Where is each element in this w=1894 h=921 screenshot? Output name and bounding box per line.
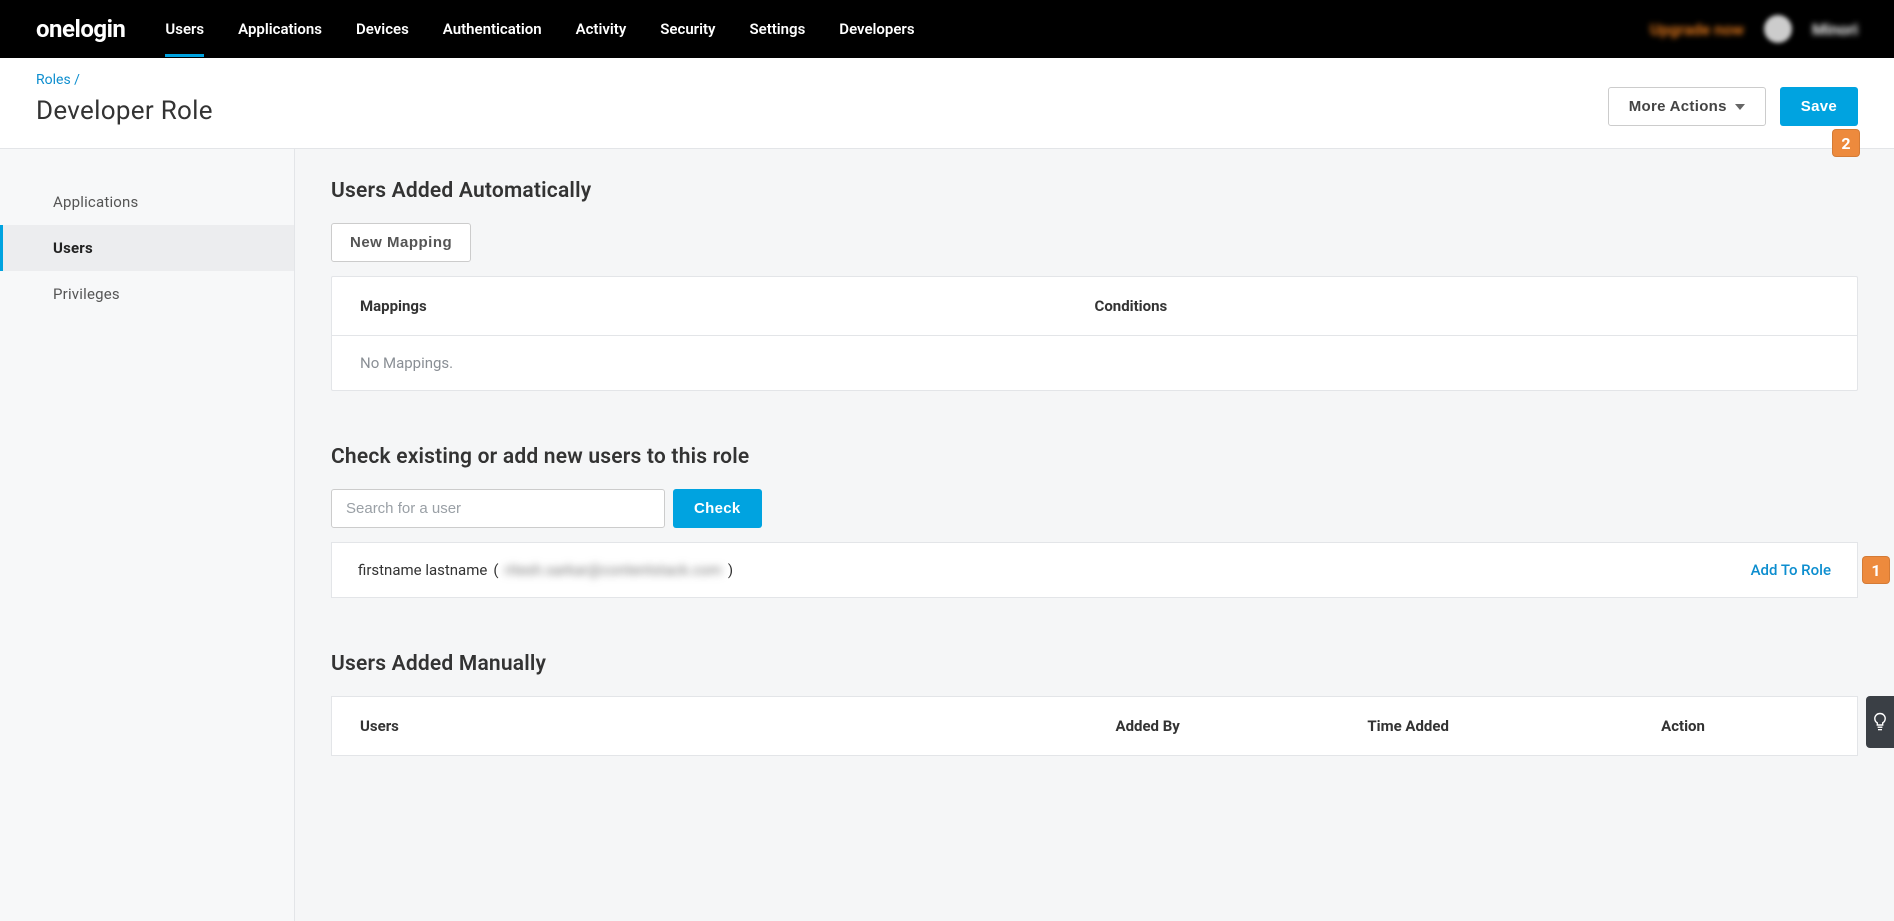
page-title: Developer Role: [36, 96, 213, 126]
manual-table-header: Users Added By Time Added Action: [331, 696, 1858, 756]
nav-devices[interactable]: Devices: [356, 1, 409, 57]
nav-users[interactable]: Users: [165, 1, 204, 57]
nav-authentication[interactable]: Authentication: [443, 1, 542, 57]
more-actions-button[interactable]: More Actions: [1608, 87, 1766, 126]
mappings-card: Mappings Conditions No Mappings.: [331, 276, 1858, 391]
breadcrumb-parent[interactable]: Roles: [36, 72, 71, 88]
lightbulb-icon: [1873, 712, 1887, 732]
subheader-left: Roles / Developer Role: [36, 72, 213, 126]
nav-security[interactable]: Security: [660, 1, 715, 57]
nav-activity[interactable]: Activity: [576, 1, 627, 57]
new-mapping-button[interactable]: New Mapping: [331, 223, 471, 262]
nav-items: Users Applications Devices Authenticatio…: [165, 1, 1649, 57]
result-card: firstname lastname ( ritesh.sarkar@conte…: [331, 542, 1858, 598]
mappings-empty: No Mappings.: [332, 336, 1857, 390]
search-row: Check: [331, 489, 1858, 528]
check-button[interactable]: Check: [673, 489, 762, 528]
username[interactable]: Minori: [1812, 20, 1858, 39]
sidebar-item-applications[interactable]: Applications: [0, 179, 294, 225]
col-conditions: Conditions: [1095, 297, 1830, 315]
breadcrumb-sep: /: [71, 72, 80, 88]
callout-badge-1: 1: [1862, 556, 1890, 584]
manual-section: Users Added Manually Users Added By Time…: [331, 652, 1858, 756]
more-actions-label: More Actions: [1629, 98, 1727, 115]
content-layout: Applications Users Privileges Users Adde…: [0, 149, 1894, 921]
nav-right: Upgrade now Minori: [1650, 15, 1858, 43]
result-email: ritesh.sarkar@contentstack.com: [504, 561, 721, 579]
nav-developers[interactable]: Developers: [839, 1, 914, 57]
col-added-by: Added By: [1115, 717, 1367, 735]
nav-applications[interactable]: Applications: [238, 1, 322, 57]
auto-section-title: Users Added Automatically: [331, 179, 1858, 203]
help-tab[interactable]: [1866, 696, 1894, 748]
sidebar: Applications Users Privileges: [0, 149, 295, 921]
col-action: Action: [1661, 717, 1829, 735]
mappings-header: Mappings Conditions: [332, 277, 1857, 336]
chevron-down-icon: [1735, 104, 1745, 110]
check-section-title: Check existing or add new users to this …: [331, 445, 1858, 469]
result-close: ): [728, 561, 733, 579]
manual-section-title: Users Added Manually: [331, 652, 1858, 676]
upgrade-link[interactable]: Upgrade now: [1650, 20, 1744, 39]
sidebar-item-users[interactable]: Users: [0, 225, 294, 271]
avatar[interactable]: [1764, 15, 1792, 43]
col-time-added: Time Added: [1367, 717, 1661, 735]
subheader: Roles / Developer Role More Actions Save…: [0, 58, 1894, 149]
auto-section: Users Added Automatically New Mapping Ma…: [331, 179, 1858, 391]
breadcrumb: Roles /: [36, 72, 213, 88]
check-section: Check existing or add new users to this …: [331, 445, 1858, 598]
col-mappings: Mappings: [360, 297, 1095, 315]
top-nav: onelogin Users Applications Devices Auth…: [0, 0, 1894, 58]
logo: onelogin: [36, 15, 125, 43]
result-name: firstname lastname: [358, 561, 487, 579]
result-text: firstname lastname ( ritesh.sarkar@conte…: [358, 561, 733, 579]
subheader-actions: More Actions Save 2: [1608, 87, 1858, 126]
sidebar-item-privileges[interactable]: Privileges: [0, 271, 294, 317]
nav-settings[interactable]: Settings: [749, 1, 805, 57]
search-input[interactable]: [331, 489, 665, 528]
result-wrap: firstname lastname ( ritesh.sarkar@conte…: [331, 542, 1858, 598]
main-content: Users Added Automatically New Mapping Ma…: [295, 149, 1894, 921]
col-users: Users: [360, 717, 1115, 735]
add-to-role-link[interactable]: Add To Role: [1751, 561, 1831, 579]
result-open: (: [493, 561, 498, 579]
save-button[interactable]: Save: [1780, 87, 1858, 126]
